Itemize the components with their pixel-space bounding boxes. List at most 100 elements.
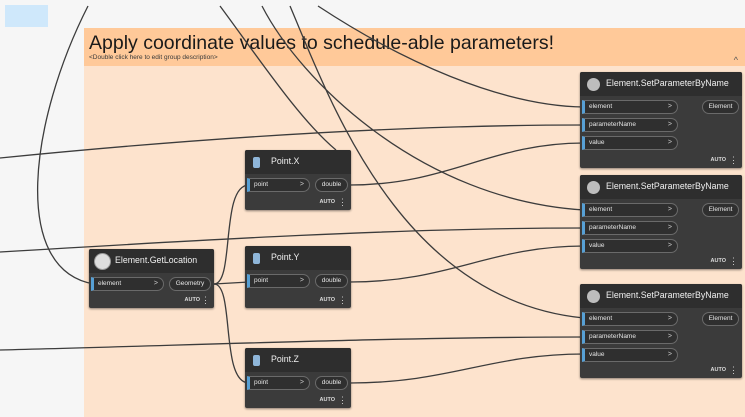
port-arrow: >	[299, 378, 304, 386]
port-arrow: >	[667, 223, 672, 231]
node-menu-icon[interactable]: ⋮	[729, 156, 738, 165]
property-icon	[253, 157, 260, 168]
node-setparameterbyname-2[interactable]: Element.SetParameterByName element > par…	[580, 175, 742, 269]
output-port-element[interactable]: Element	[702, 312, 739, 326]
input-port-point[interactable]: point >	[247, 376, 310, 390]
lacing-label[interactable]: AUTO	[711, 367, 726, 373]
node-title: Point.Z	[271, 354, 299, 364]
selection-highlight	[5, 5, 48, 27]
collapse-icon[interactable]: ^	[734, 56, 738, 65]
input-port-parametername[interactable]: parameterName >	[582, 330, 678, 344]
group-description[interactable]: <Double click here to edit group descrip…	[89, 54, 218, 61]
port-label: element	[589, 103, 613, 110]
property-icon	[253, 253, 260, 264]
node-point-z[interactable]: Point.Z point > double AUTO ⋮	[245, 348, 351, 408]
node-title: Element.SetParameterByName	[606, 181, 729, 191]
group-title[interactable]: Apply coordinate values to schedule-able…	[89, 32, 554, 55]
node-menu-icon[interactable]: ⋮	[729, 366, 738, 375]
port-label: Element	[708, 206, 733, 213]
node-element-getlocation[interactable]: Element.GetLocation element > Geometry A…	[89, 249, 214, 308]
graph-canvas[interactable]: Apply coordinate values to schedule-able…	[0, 0, 745, 417]
input-port-value[interactable]: value >	[582, 239, 678, 253]
port-label: double	[321, 379, 342, 386]
input-port-value[interactable]: value >	[582, 348, 678, 362]
node-title-bar[interactable]: Point.X	[245, 150, 351, 174]
node-setparameterbyname-1[interactable]: Element.SetParameterByName element > par…	[580, 72, 742, 168]
input-port-parametername[interactable]: parameterName >	[582, 221, 678, 235]
port-label: value	[589, 351, 605, 358]
output-port-element[interactable]: Element	[702, 100, 739, 114]
output-port-double[interactable]: double	[315, 178, 348, 192]
node-title: Point.X	[271, 156, 300, 166]
port-arrow: >	[667, 102, 672, 110]
node-title-bar[interactable]: Element.SetParameterByName	[580, 72, 742, 96]
port-label: Geometry	[175, 280, 205, 287]
lacing-label[interactable]: AUTO	[320, 199, 335, 205]
output-port-double[interactable]: double	[315, 274, 348, 288]
node-title-bar[interactable]: Point.Y	[245, 246, 351, 270]
port-arrow: >	[667, 120, 672, 128]
port-label: element	[98, 280, 122, 287]
node-title: Element.SetParameterByName	[606, 78, 729, 88]
output-port-geometry[interactable]: Geometry	[169, 277, 211, 291]
method-icon	[587, 181, 600, 194]
lacing-label[interactable]: AUTO	[711, 157, 726, 163]
node-point-y[interactable]: Point.Y point > double AUTO ⋮	[245, 246, 351, 308]
port-label: Element	[708, 315, 733, 322]
node-point-x[interactable]: Point.X point > double AUTO ⋮	[245, 150, 351, 210]
port-label: point	[254, 277, 269, 284]
node-setparameterbyname-3[interactable]: Element.SetParameterByName element > par…	[580, 284, 742, 378]
node-title: Point.Y	[271, 252, 300, 262]
node-menu-icon[interactable]: ⋮	[338, 198, 347, 207]
port-label: parameterName	[589, 121, 636, 128]
input-port-element[interactable]: element >	[582, 312, 678, 326]
node-title-bar[interactable]: Element.SetParameterByName	[580, 175, 742, 199]
lacing-label[interactable]: AUTO	[320, 297, 335, 303]
port-arrow: >	[667, 332, 672, 340]
property-icon	[253, 355, 260, 366]
input-port-point[interactable]: point >	[247, 274, 310, 288]
port-label: Element	[708, 103, 733, 110]
node-menu-icon[interactable]: ⋮	[729, 257, 738, 266]
input-port-point[interactable]: point >	[247, 178, 310, 192]
node-title: Element.GetLocation	[115, 255, 198, 265]
port-label: double	[321, 181, 342, 188]
port-label: double	[321, 277, 342, 284]
port-label: parameterName	[589, 224, 636, 231]
group-header[interactable]: Apply coordinate values to schedule-able…	[84, 28, 745, 66]
port-arrow: >	[667, 205, 672, 213]
port-label: point	[254, 379, 269, 386]
port-arrow: >	[299, 276, 304, 284]
port-label: parameterName	[589, 333, 636, 340]
node-menu-icon[interactable]: ⋮	[338, 396, 347, 405]
port-arrow: >	[667, 241, 672, 249]
node-title: Element.SetParameterByName	[606, 290, 729, 300]
method-icon	[587, 290, 600, 303]
port-label: point	[254, 181, 269, 188]
input-port-element[interactable]: element >	[91, 277, 164, 291]
lacing-label[interactable]: AUTO	[320, 397, 335, 403]
port-label: value	[589, 242, 605, 249]
input-port-element[interactable]: element >	[582, 100, 678, 114]
node-title-bar[interactable]: Element.SetParameterByName	[580, 284, 742, 308]
node-menu-icon[interactable]: ⋮	[201, 296, 210, 305]
lacing-label[interactable]: AUTO	[185, 297, 200, 303]
port-arrow: >	[667, 138, 672, 146]
input-port-parametername[interactable]: parameterName >	[582, 118, 678, 132]
port-label: element	[589, 206, 613, 213]
node-title-bar[interactable]: Point.Z	[245, 348, 351, 372]
output-port-element[interactable]: Element	[702, 203, 739, 217]
port-arrow: >	[153, 279, 158, 287]
port-arrow: >	[667, 314, 672, 322]
lacing-label[interactable]: AUTO	[711, 258, 726, 264]
input-port-element[interactable]: element >	[582, 203, 678, 217]
port-arrow: >	[299, 180, 304, 188]
port-arrow: >	[667, 350, 672, 358]
input-port-value[interactable]: value >	[582, 136, 678, 150]
port-label: value	[589, 139, 605, 146]
port-label: element	[589, 315, 613, 322]
location-icon	[94, 253, 111, 270]
node-title-bar[interactable]: Element.GetLocation	[89, 249, 214, 273]
output-port-double[interactable]: double	[315, 376, 348, 390]
node-menu-icon[interactable]: ⋮	[338, 296, 347, 305]
